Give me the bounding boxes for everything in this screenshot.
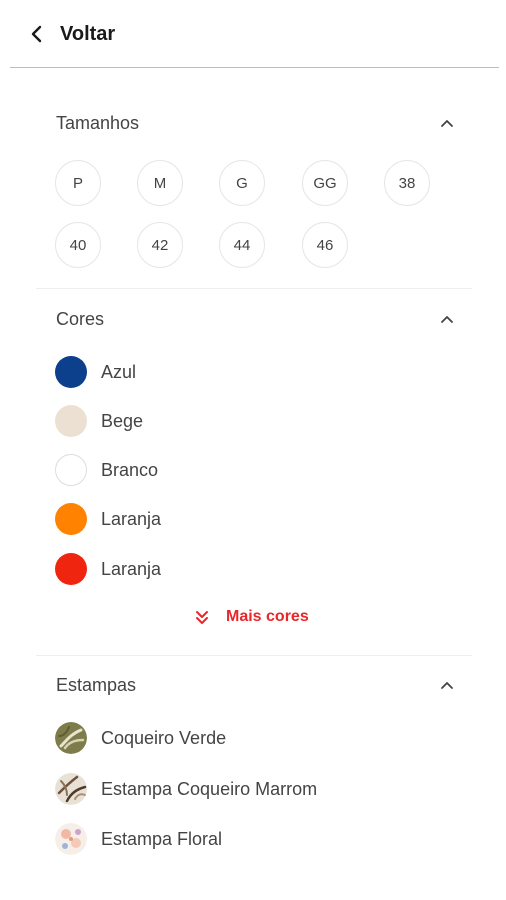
- size-option[interactable]: M: [137, 160, 183, 206]
- section-divider: [36, 655, 472, 656]
- more-colors-button[interactable]: Mais cores: [194, 606, 309, 628]
- print-option-coqueiro-marrom[interactable]: Estampa Coqueiro Marrom: [55, 772, 317, 806]
- prints-section-title: Estampas: [56, 675, 137, 695]
- size-option[interactable]: GG: [302, 160, 348, 206]
- color-swatch: [55, 356, 87, 388]
- color-label: Azul: [101, 361, 137, 382]
- color-option-branco[interactable]: Branco: [55, 453, 158, 487]
- floral-print-icon: [55, 823, 87, 855]
- size-option[interactable]: 40: [55, 222, 101, 268]
- sizes-section-title: Tamanhos: [56, 113, 140, 133]
- more-colors-label: Mais cores: [226, 608, 309, 625]
- back-label: Voltar: [60, 22, 116, 45]
- print-option-floral[interactable]: Estampa Floral: [55, 822, 222, 856]
- double-chevron-down-icon: [196, 611, 208, 624]
- header-divider: [10, 67, 499, 68]
- print-option-coqueiro-verde[interactable]: Coqueiro Verde: [55, 721, 226, 755]
- back-button[interactable]: Voltar: [30, 18, 115, 50]
- chevron-up-icon[interactable]: [438, 311, 456, 329]
- size-option[interactable]: P: [55, 160, 101, 206]
- print-label: Coqueiro Verde: [101, 727, 227, 748]
- color-option-bege[interactable]: Bege: [55, 404, 143, 438]
- color-swatch: [55, 405, 87, 437]
- chevron-left-icon: [31, 25, 42, 43]
- coqueiro-verde-print-icon: [55, 722, 87, 754]
- coqueiro-marrom-print-icon: [55, 773, 87, 805]
- print-label: Estampa Floral: [101, 828, 223, 849]
- color-option-laranja[interactable]: Laranja: [55, 502, 161, 536]
- header: Voltar: [0, 0, 506, 68]
- color-option-laranja-red[interactable]: Laranja: [55, 552, 161, 586]
- color-label: Branco: [101, 459, 159, 480]
- size-option[interactable]: G: [219, 160, 265, 206]
- color-label: Bege: [101, 410, 144, 431]
- section-divider: [36, 288, 472, 289]
- chevron-up-icon[interactable]: [438, 677, 456, 695]
- size-option[interactable]: 42: [137, 222, 183, 268]
- size-option[interactable]: 46: [302, 222, 348, 268]
- size-option[interactable]: 38: [384, 160, 430, 206]
- print-label: Estampa Coqueiro Marrom: [101, 778, 318, 799]
- color-swatch: [55, 553, 87, 585]
- color-label: Laranja: [101, 508, 162, 529]
- color-label: Laranja: [101, 558, 162, 579]
- colors-section-title: Cores: [56, 309, 105, 329]
- size-option[interactable]: 44: [219, 222, 265, 268]
- color-swatch: [55, 503, 87, 535]
- color-option-azul[interactable]: Azul: [55, 355, 136, 389]
- color-swatch: [55, 454, 87, 486]
- chevron-up-icon[interactable]: [438, 115, 456, 133]
